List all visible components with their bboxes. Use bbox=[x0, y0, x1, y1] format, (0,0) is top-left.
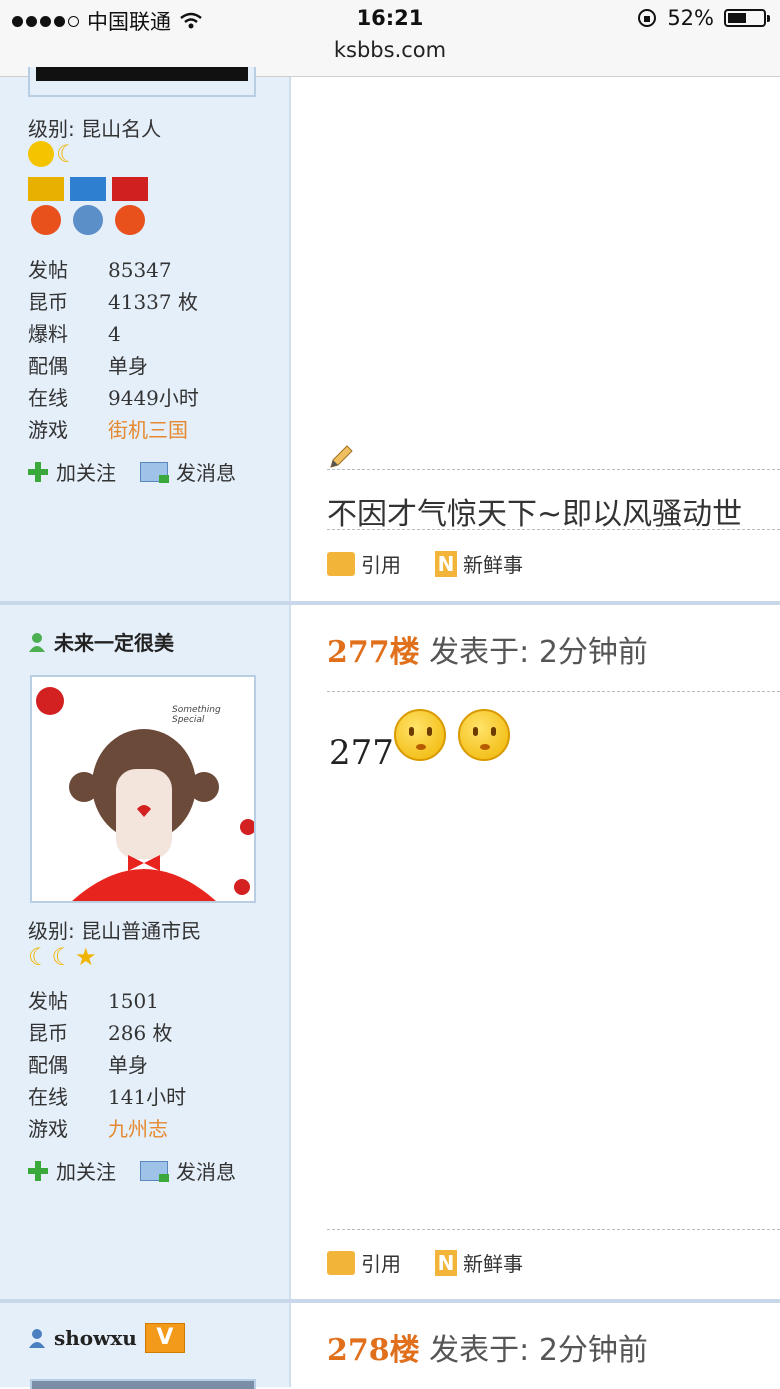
medal-icon bbox=[28, 177, 64, 237]
game-link[interactable]: 九州志 bbox=[108, 1117, 168, 1141]
medal-icon bbox=[112, 177, 148, 237]
stat-spouse: 配偶 单身 bbox=[28, 354, 148, 378]
level-icons: ☾ ☾ ★ bbox=[28, 943, 97, 971]
post-row: 级别: 昆山名人 ☾ 发帖 85347 昆币 41337 枚 爆料 4 配偶 单身 在线… bbox=[0, 67, 780, 601]
status-bar: 中国联通 16:21 ksbbs.com 52% bbox=[0, 0, 780, 77]
avatar[interactable]: Something Special bbox=[30, 675, 256, 903]
plus-icon bbox=[28, 1160, 48, 1181]
stat-game: 游戏 街机三国 bbox=[28, 418, 188, 442]
address-bar-url[interactable]: ksbbs.com bbox=[0, 38, 780, 62]
quote-icon bbox=[327, 551, 355, 576]
author-actions: 加关注 发消息 bbox=[28, 457, 236, 486]
follow-button[interactable]: 加关注 bbox=[28, 457, 116, 486]
status-right: 52% bbox=[637, 6, 770, 30]
follow-button[interactable]: 加关注 bbox=[28, 1156, 116, 1185]
floor-number[interactable]: 278楼 bbox=[327, 1333, 420, 1368]
author-panel: showxu V bbox=[0, 1303, 291, 1389]
shush-emoji-icon bbox=[393, 709, 446, 761]
moon-icon: ☾ bbox=[56, 140, 78, 168]
avatar[interactable] bbox=[30, 1379, 256, 1389]
star-icon: ★ bbox=[75, 943, 97, 971]
stat-reports: 爆料 4 bbox=[28, 322, 121, 346]
signature: 不因才气惊天下~即以风骚动世 bbox=[327, 497, 743, 532]
plus-icon bbox=[28, 461, 48, 482]
post-content: 277 bbox=[329, 709, 510, 773]
moon-icon: ☾ bbox=[51, 943, 74, 971]
fresh-button[interactable]: N 新鲜事 bbox=[435, 549, 523, 578]
post-body: 不因才气惊天下~即以风骚动世 引用 N 新鲜事 bbox=[291, 77, 780, 601]
news-icon: N bbox=[435, 1249, 457, 1276]
quote-icon bbox=[327, 1250, 355, 1275]
game-link[interactable]: 街机三国 bbox=[108, 418, 188, 442]
battery-icon bbox=[724, 9, 770, 27]
author-panel: 未来一定很美 Something Special 级别: 昆山普通市民 ☾ ☾ bbox=[0, 605, 291, 1299]
level-icons: ☾ bbox=[28, 141, 78, 167]
moon-icon: ☾ bbox=[28, 943, 50, 971]
divider bbox=[327, 1229, 780, 1230]
orientation-lock-icon bbox=[638, 9, 657, 27]
floor-header: 277楼 发表于: 2分钟前 bbox=[327, 627, 648, 671]
user-level: 级别: 昆山名人 bbox=[28, 117, 162, 141]
avatar-caption: Something Special bbox=[172, 705, 221, 725]
smile-icon bbox=[28, 141, 54, 167]
author-panel: 级别: 昆山名人 ☾ 发帖 85347 昆币 41337 枚 爆料 4 配偶 单身 在线… bbox=[0, 67, 291, 601]
post-body: 277楼 发表于: 2分钟前 277 引用 N 新鲜事 bbox=[291, 605, 780, 1299]
stat-coins: 昆币 286 枚 bbox=[28, 1021, 173, 1045]
stat-online: 在线 141小时 bbox=[28, 1085, 187, 1109]
pencil-icon bbox=[330, 445, 353, 468]
quote-button[interactable]: 引用 bbox=[327, 1248, 401, 1277]
quote-button[interactable]: 引用 bbox=[327, 549, 401, 578]
fresh-button[interactable]: N 新鲜事 bbox=[435, 1248, 523, 1277]
stat-online: 在线 9449小时 bbox=[28, 386, 199, 410]
post-time: 发表于: 2分钟前 bbox=[429, 1333, 648, 1368]
divider bbox=[327, 469, 780, 470]
user-level: 级别: 昆山普通市民 bbox=[28, 919, 202, 943]
stat-posts: 发帖 85347 bbox=[28, 258, 172, 282]
author-name[interactable]: 未来一定很美 bbox=[28, 627, 174, 656]
floor-number[interactable]: 277楼 bbox=[327, 635, 420, 670]
author-actions: 加关注 发消息 bbox=[28, 1156, 236, 1185]
message-button[interactable]: 发消息 bbox=[140, 1156, 236, 1185]
stat-coins: 昆币 41337 枚 bbox=[28, 290, 198, 314]
divider bbox=[327, 529, 780, 530]
avatar[interactable] bbox=[28, 67, 256, 97]
stat-game: 游戏 九州志 bbox=[28, 1117, 168, 1141]
shush-emoji-icon bbox=[457, 709, 510, 761]
mail-icon bbox=[140, 1160, 169, 1182]
post-actions: 引用 N 新鲜事 bbox=[327, 1248, 523, 1277]
news-icon: N bbox=[435, 550, 457, 577]
battery-percent: 52% bbox=[667, 6, 714, 30]
post-time: 发表于: 2分钟前 bbox=[429, 635, 648, 670]
user-icon bbox=[29, 632, 45, 652]
post-actions: 引用 N 新鲜事 bbox=[327, 549, 523, 578]
verified-badge-icon: V bbox=[144, 1323, 185, 1353]
user-icon bbox=[29, 1329, 45, 1348]
post-row: showxu V 278楼 发表于: 2分钟前 bbox=[0, 1303, 780, 1389]
stat-spouse: 配偶 单身 bbox=[28, 1053, 148, 1077]
post-body: 278楼 发表于: 2分钟前 bbox=[291, 1303, 780, 1387]
author-name[interactable]: showxu V bbox=[28, 1323, 185, 1353]
divider bbox=[327, 691, 780, 692]
post-row: 未来一定很美 Something Special 级别: 昆山普通市民 ☾ ☾ bbox=[0, 605, 780, 1299]
mail-icon bbox=[140, 461, 169, 483]
stat-posts: 发帖 1501 bbox=[28, 989, 159, 1013]
medal-icon bbox=[70, 177, 106, 237]
floor-header: 278楼 发表于: 2分钟前 bbox=[327, 1325, 648, 1369]
message-button[interactable]: 发消息 bbox=[140, 457, 236, 486]
